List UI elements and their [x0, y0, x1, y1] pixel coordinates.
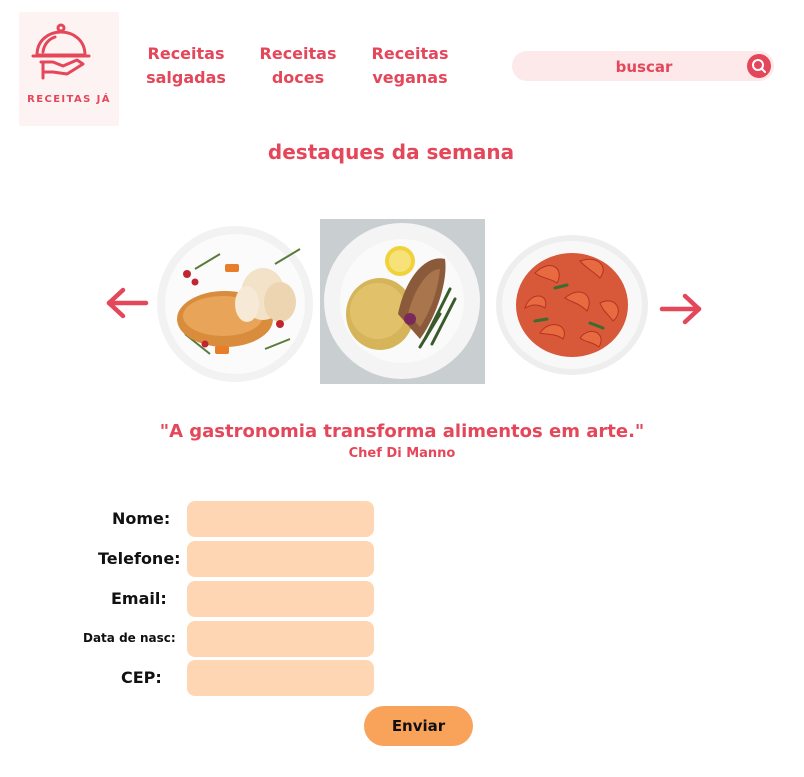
quote-author: Chef Di Manno: [348, 446, 456, 461]
cep-field[interactable]: [187, 660, 374, 696]
arrow-left-icon[interactable]: [104, 286, 150, 320]
birth-date-field[interactable]: [187, 621, 374, 657]
nav-label-line2: salgadas: [146, 68, 226, 87]
search-input[interactable]: [552, 54, 736, 80]
food-cloche-logo-icon: [31, 23, 91, 80]
search-button[interactable]: [747, 54, 771, 78]
nav-label-line1: Receitas: [147, 44, 225, 63]
email-field[interactable]: [187, 581, 374, 617]
fish-rice-plate-image[interactable]: [320, 219, 485, 384]
nav-label-line1: Receitas: [259, 44, 337, 63]
nav-label-line2: veganas: [372, 68, 448, 87]
birth-date-label: Data de nasc:: [83, 631, 176, 645]
search-bar: [512, 51, 774, 81]
roast-turkey-image[interactable]: [155, 224, 315, 384]
section-title: destaques da semana: [267, 140, 515, 164]
phone-label: Telefone:: [98, 549, 181, 568]
nav-receitas-salgadas[interactable]: Receitas salgadas: [140, 42, 232, 90]
nav-label-line1: Receitas: [371, 44, 449, 63]
nav-label-line2: doces: [271, 68, 325, 87]
nav-receitas-veganas[interactable]: Receitas veganas: [364, 42, 456, 90]
name-label: Nome:: [112, 509, 171, 528]
nav-receitas-doces[interactable]: Receitas doces: [252, 42, 344, 90]
phone-field[interactable]: [187, 541, 374, 577]
submit-button[interactable]: Enviar: [364, 706, 473, 746]
shrimp-bowl-image[interactable]: [495, 233, 651, 375]
arrow-right-icon[interactable]: [658, 292, 704, 326]
email-label: Email:: [111, 589, 167, 608]
name-field[interactable]: [187, 501, 374, 537]
cep-label: CEP:: [121, 668, 162, 687]
logo-text: RECEITAS JÁ: [27, 94, 111, 105]
search-icon: [752, 59, 766, 73]
quote-text: "A gastronomia transforma alimentos em a…: [159, 421, 645, 442]
